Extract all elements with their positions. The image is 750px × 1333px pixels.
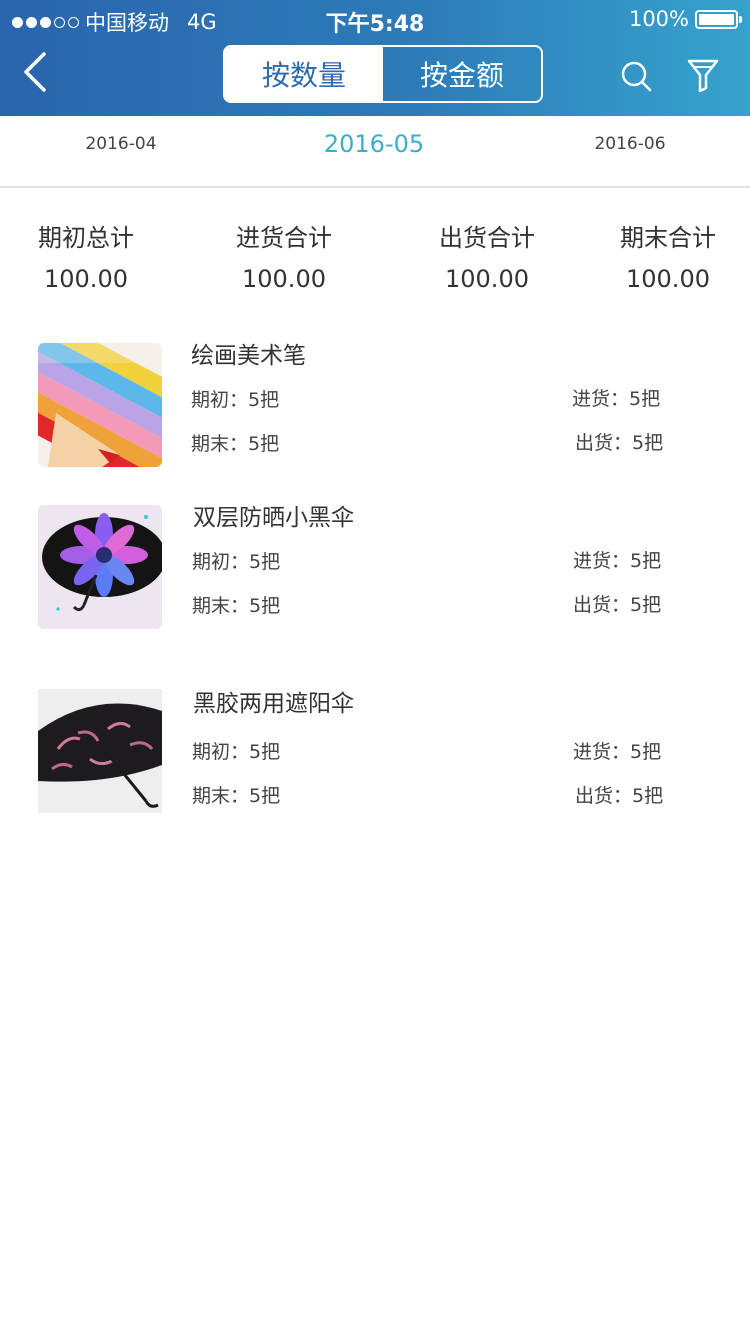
product-item[interactable]: 绘画美术笔 期初：5把 进货：5把 期末：5把 出货：5把 [0,343,750,467]
month-prev[interactable]: 2016-04 [60,116,182,186]
black-umbrella-image [38,689,162,813]
month-current[interactable]: 2016-05 [300,116,448,186]
segment-by-amount[interactable]: 按金额 [383,47,541,101]
nav-bar: 按数量 按金额 [0,38,750,116]
product-image [38,343,162,467]
battery-icon [695,9,742,29]
summary-value: 100.00 [626,265,710,293]
product-opening: 期初：5把 [192,551,281,573]
back-button[interactable] [18,48,58,96]
product-incoming: 进货：5把 [572,388,661,410]
product-closing: 期末：5把 [192,785,281,807]
product-incoming: 进货：5把 [573,550,662,572]
search-button[interactable] [618,58,654,94]
product-opening: 期初：5把 [192,741,281,763]
product-outgoing: 出货：5把 [575,785,664,807]
product-closing: 期末：5把 [191,433,280,455]
summary-label: 进货合计 [236,224,332,252]
summary-row: 期初总计 100.00 进货合计 100.00 出货合计 100.00 期末合计… [0,220,750,304]
product-item[interactable]: 黑胶两用遮阳伞 期初：5把 进货：5把 期末：5把 出货：5把 [0,689,750,813]
product-item[interactable]: 双层防晒小黑伞 期初：5把 进货：5把 期末：5把 出货：5把 [0,505,750,629]
summary-label: 期末合计 [620,224,716,252]
summary-value: 100.00 [44,265,128,293]
search-icon [621,61,652,92]
status-bar: 中国移动 4G 下午5:48 100% [0,0,750,38]
product-name: 黑胶两用遮阳伞 [193,691,354,717]
product-image [38,689,162,813]
product-outgoing: 出货：5把 [575,432,664,454]
summary-value: 100.00 [242,265,326,293]
filter-button[interactable] [686,56,720,94]
product-name: 双层防晒小黑伞 [193,505,354,531]
product-outgoing: 出货：5把 [573,594,662,616]
product-closing: 期末：5把 [192,595,281,617]
summary-closing-total: 期末合计 100.00 [618,220,718,294]
summary-label: 期初总计 [38,224,134,252]
app-header: 中国移动 4G 下午5:48 100% 按数量 按金额 [0,0,750,116]
product-name: 绘画美术笔 [191,343,306,369]
flower-umbrella-image [38,505,162,629]
product-incoming: 进货：5把 [573,741,662,763]
month-next[interactable]: 2016-06 [568,116,692,186]
summary-label: 出货合计 [439,224,535,252]
chevron-left-icon [24,52,46,92]
summary-incoming-total: 进货合计 100.00 [234,220,334,294]
month-selector: 2016-04 2016-05 2016-06 [0,116,750,188]
segment-by-quantity[interactable]: 按数量 [225,47,383,101]
summary-outgoing-total: 出货合计 100.00 [437,220,537,294]
battery-percent: 100% [628,7,689,31]
product-opening: 期初：5把 [191,389,280,411]
segmented-control: 按数量 按金额 [223,45,543,103]
status-right: 100% [628,7,742,31]
summary-value: 100.00 [445,265,529,293]
product-image [38,505,162,629]
summary-opening-total: 期初总计 100.00 [36,220,136,294]
filter-icon [687,59,719,93]
colored-pencils-image [38,343,162,467]
